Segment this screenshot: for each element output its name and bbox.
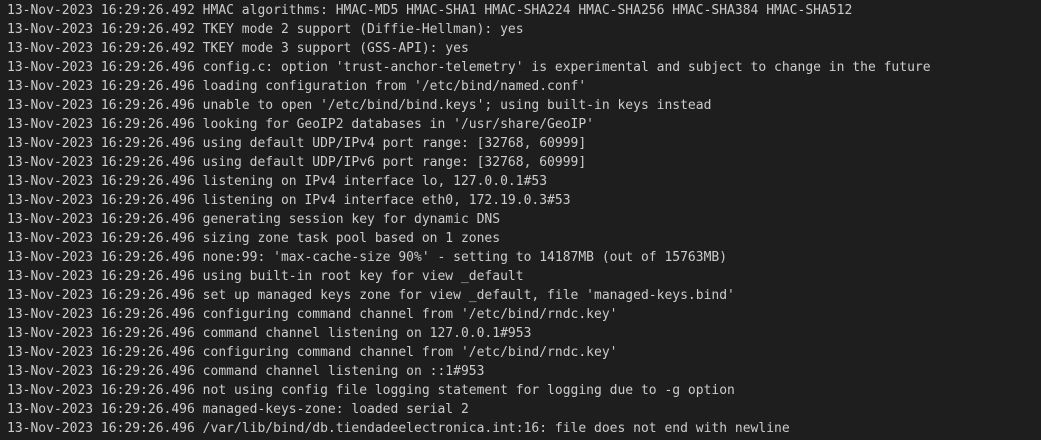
- log-timestamp: 13-Nov-2023 16:29:26.496: [7, 307, 195, 322]
- log-timestamp: 13-Nov-2023 16:29:26.496: [7, 60, 195, 75]
- log-message: none:99: 'max-cache-size 90%' - setting …: [202, 250, 728, 265]
- log-timestamp: 13-Nov-2023 16:29:26.496: [7, 345, 195, 360]
- log-line: 13-Nov-2023 16:29:26.496 command channel…: [7, 324, 1041, 343]
- log-line: 13-Nov-2023 16:29:26.496 looking for Geo…: [7, 115, 1041, 134]
- log-line: 13-Nov-2023 16:29:26.496 sizing zone tas…: [7, 229, 1041, 248]
- log-line: 13-Nov-2023 16:29:26.492 TKEY mode 2 sup…: [7, 20, 1041, 39]
- log-timestamp: 13-Nov-2023 16:29:26.496: [7, 383, 195, 398]
- log-message: using default UDP/IPv4 port range: [3276…: [202, 136, 587, 151]
- log-timestamp: 13-Nov-2023 16:29:26.496: [7, 421, 195, 436]
- log-line: 13-Nov-2023 16:29:26.496 configuring com…: [7, 305, 1041, 324]
- log-line: 13-Nov-2023 16:29:26.496 /var/lib/bind/d…: [7, 419, 1041, 438]
- log-line: 13-Nov-2023 16:29:26.496 loading configu…: [7, 77, 1041, 96]
- log-line: 13-Nov-2023 16:29:26.496 config.c: optio…: [7, 58, 1041, 77]
- log-message: set up managed keys zone for view _defau…: [202, 288, 735, 303]
- log-message: TKEY mode 2 support (Diffie-Hellman): ye…: [202, 22, 524, 37]
- log-timestamp: 13-Nov-2023 16:29:26.496: [7, 326, 195, 341]
- log-timestamp: 13-Nov-2023 16:29:26.496: [7, 155, 195, 170]
- log-line: 13-Nov-2023 16:29:26.492 HMAC algorithms…: [7, 1, 1041, 20]
- log-line: 13-Nov-2023 16:29:26.496 set up managed …: [7, 286, 1041, 305]
- log-message: listening on IPv4 interface eth0, 172.19…: [202, 193, 571, 208]
- log-timestamp: 13-Nov-2023 16:29:26.492: [7, 3, 195, 18]
- log-line: 13-Nov-2023 16:29:26.496 none:99: 'max-c…: [7, 248, 1041, 267]
- log-timestamp: 13-Nov-2023 16:29:26.496: [7, 288, 195, 303]
- log-timestamp: 13-Nov-2023 16:29:26.496: [7, 250, 195, 265]
- log-message: managed-keys-zone: loaded serial 2: [202, 402, 469, 417]
- log-message: unable to open '/etc/bind/bind.keys'; us…: [202, 98, 712, 113]
- log-timestamp: 13-Nov-2023 16:29:26.496: [7, 402, 195, 417]
- log-timestamp: 13-Nov-2023 16:29:26.496: [7, 117, 195, 132]
- log-line: 13-Nov-2023 16:29:26.496 using built-in …: [7, 267, 1041, 286]
- log-line: 13-Nov-2023 16:29:26.496 generating sess…: [7, 210, 1041, 229]
- log-line: 13-Nov-2023 16:29:26.496 managed-keys-zo…: [7, 400, 1041, 419]
- log-line: 13-Nov-2023 16:29:26.496 using default U…: [7, 153, 1041, 172]
- log-line: 13-Nov-2023 16:29:26.496 configuring com…: [7, 343, 1041, 362]
- log-timestamp: 13-Nov-2023 16:29:26.496: [7, 269, 195, 284]
- log-message: command channel listening on 127.0.0.1#9…: [202, 326, 532, 341]
- log-message: configuring command channel from '/etc/b…: [202, 307, 618, 322]
- log-timestamp: 13-Nov-2023 16:29:26.492: [7, 22, 195, 37]
- log-line: 13-Nov-2023 16:29:26.496 command channel…: [7, 362, 1041, 381]
- log-timestamp: 13-Nov-2023 16:29:26.496: [7, 231, 195, 246]
- log-message: using built-in root key for view _defaul…: [202, 269, 524, 284]
- log-message: listening on IPv4 interface lo, 127.0.0.…: [202, 174, 548, 189]
- log-timestamp: 13-Nov-2023 16:29:26.496: [7, 98, 195, 113]
- log-message: /var/lib/bind/db.tiendadeelectronica.int…: [202, 421, 790, 436]
- log-message: HMAC algorithms: HMAC-MD5 HMAC-SHA1 HMAC…: [202, 3, 853, 18]
- log-line: 13-Nov-2023 16:29:26.496 listening on IP…: [7, 172, 1041, 191]
- log-line: 13-Nov-2023 16:29:26.496 unable to open …: [7, 96, 1041, 115]
- log-timestamp: 13-Nov-2023 16:29:26.496: [7, 174, 195, 189]
- terminal-output[interactable]: 13-Nov-2023 16:29:26.492 HMAC algorithms…: [0, 0, 1041, 440]
- log-line: 13-Nov-2023 16:29:26.496 not using confi…: [7, 381, 1041, 400]
- log-message: not using config file logging statement …: [202, 383, 735, 398]
- log-timestamp: 13-Nov-2023 16:29:26.496: [7, 79, 195, 94]
- log-timestamp: 13-Nov-2023 16:29:26.496: [7, 193, 195, 208]
- log-timestamp: 13-Nov-2023 16:29:26.496: [7, 136, 195, 151]
- log-timestamp: 13-Nov-2023 16:29:26.496: [7, 364, 195, 379]
- log-message: generating session key for dynamic DNS: [202, 212, 501, 227]
- log-message: using default UDP/IPv6 port range: [3276…: [202, 155, 587, 170]
- log-line: 13-Nov-2023 16:29:26.496 listening on IP…: [7, 191, 1041, 210]
- log-message: config.c: option 'trust-anchor-telemetry…: [202, 60, 931, 75]
- log-message: configuring command channel from '/etc/b…: [202, 345, 618, 360]
- log-timestamp: 13-Nov-2023 16:29:26.496: [7, 212, 195, 227]
- log-message: sizing zone task pool based on 1 zones: [202, 231, 501, 246]
- log-message: TKEY mode 3 support (GSS-API): yes: [202, 41, 469, 56]
- log-message: loading configuration from '/etc/bind/na…: [202, 79, 587, 94]
- log-timestamp: 13-Nov-2023 16:29:26.492: [7, 41, 195, 56]
- log-line: 13-Nov-2023 16:29:26.496 using default U…: [7, 134, 1041, 153]
- log-message: looking for GeoIP2 databases in '/usr/sh…: [202, 117, 595, 132]
- log-message: command channel listening on ::1#953: [202, 364, 485, 379]
- log-line: 13-Nov-2023 16:29:26.492 TKEY mode 3 sup…: [7, 39, 1041, 58]
